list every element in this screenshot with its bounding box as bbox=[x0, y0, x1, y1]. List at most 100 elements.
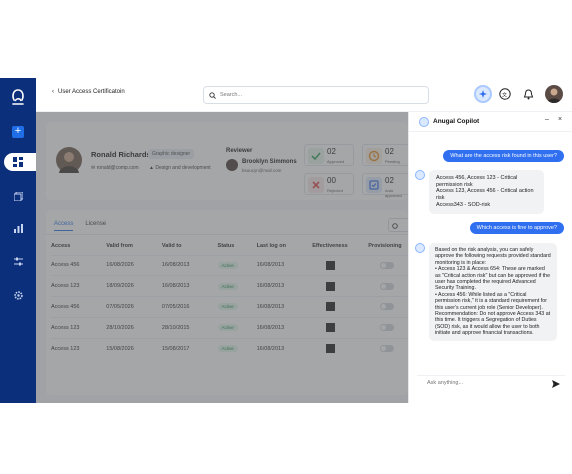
app-logo-icon bbox=[12, 89, 24, 105]
cell-valid-to: 16/08/2013 bbox=[161, 275, 218, 297]
clock-icon bbox=[366, 148, 382, 164]
user-message: Which access is fine to approve? bbox=[469, 222, 564, 234]
stat-pending[interactable]: 02 Pending bbox=[362, 144, 412, 166]
table-row[interactable]: Access 456 16/08/2026 16/08/2013 Active … bbox=[51, 254, 408, 276]
cell-provisioning bbox=[368, 275, 408, 297]
stat-approved[interactable]: 02 Approved bbox=[304, 144, 354, 166]
tab-license[interactable]: License bbox=[85, 221, 106, 231]
reviewer-label: Reviewer bbox=[226, 148, 253, 154]
cell-status: Active bbox=[217, 275, 257, 297]
reviewer-email: bsoucyn@mail.com bbox=[242, 168, 282, 173]
status-badge: Active bbox=[217, 324, 238, 332]
main-content: Ronald Richards Graphic designer ✉ ronal… bbox=[36, 112, 412, 403]
cell-valid-from: 16/08/2026 bbox=[106, 254, 162, 276]
minimize-button[interactable]: – bbox=[545, 116, 549, 123]
close-button[interactable]: × bbox=[558, 116, 562, 123]
table-search-button[interactable] bbox=[388, 218, 410, 232]
back-button[interactable]: ‹ User Access Certificatoin bbox=[52, 89, 125, 95]
cell-effectiveness bbox=[312, 275, 369, 297]
cell-last-logon: 16/08/2013 bbox=[256, 337, 313, 359]
profile-department-text: Design and development bbox=[155, 165, 211, 171]
cell-valid-to: 07/05/2016 bbox=[161, 296, 218, 318]
column-header[interactable]: Last log on bbox=[257, 238, 313, 255]
cell-valid-from: 28/10/2026 bbox=[106, 316, 162, 339]
access-table: Access Valid from Valid to Status Last l… bbox=[51, 238, 408, 359]
search-box[interactable] bbox=[203, 86, 429, 104]
cell-status: Active bbox=[217, 316, 257, 339]
column-header[interactable]: Status bbox=[218, 238, 257, 255]
user-message: What are the access risk found in this u… bbox=[443, 150, 564, 162]
search-input[interactable] bbox=[220, 92, 410, 98]
status-badge: Active bbox=[217, 303, 238, 311]
provisioning-toggle[interactable] bbox=[380, 303, 395, 311]
x-icon bbox=[308, 177, 324, 193]
stat-label: Pending bbox=[385, 159, 400, 164]
provisioning-toggle[interactable] bbox=[380, 282, 395, 290]
cell-effectiveness bbox=[312, 296, 369, 318]
dashboard-icon[interactable] bbox=[0, 152, 36, 172]
stat-rejected[interactable]: 00 Rejected bbox=[304, 173, 354, 195]
tab-divider bbox=[46, 234, 408, 235]
status-badge: Active bbox=[217, 261, 238, 269]
cell-status: Active bbox=[217, 337, 257, 359]
svg-text:文: 文 bbox=[502, 91, 507, 98]
tab-bar: Access License bbox=[54, 221, 106, 231]
table-row[interactable]: Access 123 15/08/2026 15/08/2017 Active … bbox=[51, 337, 408, 359]
stat-label: Rejected bbox=[327, 188, 343, 193]
effectiveness-icon[interactable] bbox=[326, 344, 336, 354]
table-row[interactable]: Access 123 18/09/2026 16/08/2013 Active … bbox=[51, 275, 408, 297]
stat-value: 02 bbox=[385, 147, 394, 156]
cell-status: Active bbox=[217, 296, 257, 318]
cell-last-logon: 16/08/2013 bbox=[256, 296, 313, 318]
chat-input-box[interactable] bbox=[417, 375, 565, 391]
effectiveness-icon[interactable] bbox=[326, 260, 336, 270]
copy-icon[interactable] bbox=[0, 186, 36, 206]
user-avatar[interactable] bbox=[545, 85, 563, 103]
effectiveness-icon[interactable] bbox=[326, 323, 336, 333]
chevron-left-icon: ‹ bbox=[52, 89, 54, 95]
provisioning-toggle[interactable] bbox=[380, 324, 395, 332]
column-header[interactable]: Effectiveness bbox=[312, 238, 368, 255]
chart-icon[interactable] bbox=[0, 218, 36, 238]
tab-access[interactable]: Access bbox=[54, 221, 74, 231]
translate-icon[interactable]: 文 bbox=[499, 88, 511, 100]
column-header[interactable]: Provisioning bbox=[368, 238, 408, 255]
page: + ‹ User Access Certificatoin Search... … bbox=[0, 0, 572, 474]
cell-effectiveness bbox=[312, 316, 369, 339]
copilot-logo-icon bbox=[419, 117, 429, 127]
status-badge: Active bbox=[217, 282, 238, 290]
role-badge: Graphic designer bbox=[148, 149, 195, 159]
cell-last-logon: 16/08/2013 bbox=[256, 254, 313, 276]
add-icon[interactable]: + bbox=[12, 126, 24, 138]
cell-effectiveness bbox=[312, 254, 369, 276]
stat-value: 02 bbox=[327, 147, 336, 156]
status-badge: Active bbox=[217, 345, 238, 353]
table-header-row: Access Valid from Valid to Status Last l… bbox=[51, 238, 408, 255]
column-header[interactable]: Valid from bbox=[106, 238, 162, 255]
provisioning-toggle[interactable] bbox=[380, 261, 395, 269]
copilot-message: Based on the risk analysis, you can safe… bbox=[429, 243, 557, 341]
effectiveness-icon[interactable] bbox=[326, 302, 336, 312]
cell-access: Access 456 bbox=[51, 254, 107, 276]
auto-approve-icon bbox=[366, 177, 382, 193]
column-header[interactable]: Valid to bbox=[162, 238, 218, 255]
provisioning-toggle[interactable] bbox=[380, 345, 395, 353]
column-header[interactable]: Access bbox=[51, 238, 106, 255]
cell-valid-to: 16/08/2013 bbox=[161, 254, 218, 276]
send-icon[interactable] bbox=[551, 379, 561, 389]
sliders-icon[interactable] bbox=[0, 251, 36, 271]
bell-icon[interactable] bbox=[522, 88, 534, 100]
chat-input[interactable] bbox=[427, 380, 537, 386]
profile-card: Ronald Richards Graphic designer ✉ ronal… bbox=[46, 122, 412, 200]
copilot-panel: Anugal Copilot – × What are the access r… bbox=[408, 112, 572, 403]
cell-access: Access 123 bbox=[51, 316, 107, 339]
copilot-button[interactable] bbox=[474, 85, 492, 103]
settings-icon[interactable] bbox=[0, 285, 36, 305]
table-row[interactable]: Access 123 28/10/2026 28/10/2015 Active … bbox=[51, 316, 408, 339]
effectiveness-icon[interactable] bbox=[326, 281, 336, 291]
stat-auto-approved[interactable]: 02 Auto approved bbox=[362, 173, 412, 198]
table-row[interactable]: Access 456 07/05/2026 07/05/2016 Active … bbox=[51, 296, 408, 318]
copilot-message: Access 456, Access 123 - Critical permis… bbox=[429, 170, 544, 214]
copilot-title: Anugal Copilot bbox=[433, 118, 480, 125]
cell-provisioning bbox=[368, 254, 408, 276]
